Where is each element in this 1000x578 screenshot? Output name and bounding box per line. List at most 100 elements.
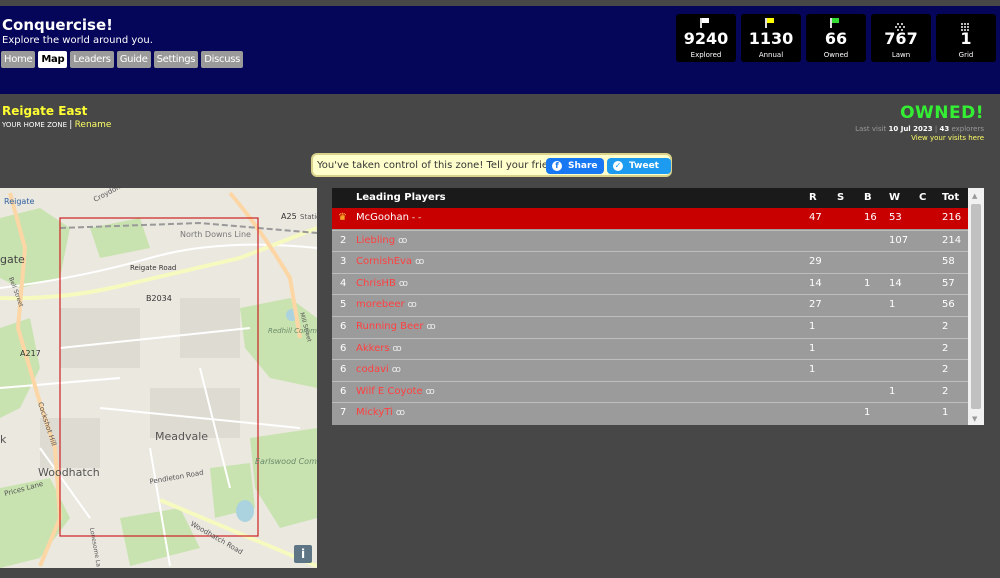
map-label-meadvale: Meadvale bbox=[155, 430, 208, 443]
player-name: Running Beer bbox=[356, 321, 424, 332]
player-name: McGoohan bbox=[356, 212, 409, 223]
player-name: Liebling bbox=[356, 234, 396, 246]
row-rank: 4 bbox=[340, 277, 347, 289]
table-row[interactable]: 6 Wilf E Coyote ꝏ 1 2 bbox=[332, 380, 968, 402]
cell-w: 53 bbox=[889, 212, 902, 223]
map-info-button[interactable]: i bbox=[294, 545, 312, 563]
table-row[interactable]: 4 ChrisHB ꝏ 14 1 14 57 bbox=[332, 272, 968, 294]
explorers-label: explorers bbox=[951, 125, 984, 133]
player-name-link[interactable]: codavi ꝏ bbox=[356, 364, 401, 375]
col-players[interactable]: Leading Players bbox=[356, 192, 446, 203]
row-rank: 3 bbox=[340, 256, 347, 268]
table-row[interactable]: 6 codavi ꝏ 1 2 bbox=[332, 359, 968, 380]
table-scrollbar[interactable]: ▲ ▼ bbox=[968, 188, 984, 425]
twitter-bird-icon: ✓ bbox=[613, 161, 623, 171]
nav-home-button[interactable]: Home bbox=[1, 51, 36, 68]
owned-status-badge: OWNED! bbox=[900, 103, 984, 123]
nav-discuss-button[interactable]: Discuss bbox=[201, 51, 244, 68]
stat-explored[interactable]: 9240 Explored bbox=[676, 14, 736, 62]
cell-tot: 2 bbox=[942, 364, 949, 376]
nav-map-button[interactable]: Map bbox=[38, 51, 68, 68]
glasses-icon: ꝏ bbox=[392, 343, 402, 354]
scroll-down-arrow-icon[interactable]: ▼ bbox=[972, 415, 977, 423]
main-nav: Home Map Leaders Guide Settings Discuss bbox=[1, 51, 244, 68]
cell-w: 1 bbox=[889, 385, 896, 397]
crown-icon: ♛ bbox=[338, 212, 347, 223]
nav-guide-button[interactable]: Guide bbox=[116, 51, 151, 68]
map-label-reigate-road: Reigate Road bbox=[130, 264, 176, 272]
row-rank: 5 bbox=[340, 299, 347, 311]
stats-panel: 9240 Explored 1130 Annual 66 Owned 767 L… bbox=[676, 14, 996, 62]
rename-link[interactable]: Rename bbox=[75, 120, 112, 130]
nav-leaders-button[interactable]: Leaders bbox=[70, 51, 114, 68]
table-row[interactable]: 2 Liebling ꝏ 107 214 bbox=[332, 229, 968, 251]
stat-lawn[interactable]: 767 Lawn bbox=[871, 14, 931, 62]
facebook-share-button[interactable]: f Share bbox=[546, 158, 604, 174]
map-label-earlswood-common: Earlswood Common bbox=[255, 457, 317, 466]
col-b[interactable]: B bbox=[864, 192, 872, 203]
stat-explored-label: Explored bbox=[690, 51, 722, 59]
stat-annual[interactable]: 1130 Annual bbox=[741, 14, 801, 62]
header-bar: Conquercise! Explore the world around yo… bbox=[0, 6, 1000, 94]
map-label-station: Station bbox=[300, 213, 317, 221]
table-row[interactable]: 7 MickyTi ꝏ 1 1 bbox=[332, 402, 968, 423]
stat-annual-value: 1130 bbox=[748, 29, 794, 48]
table-row[interactable]: ♛ McGoohan - - 47 16 53 216 bbox=[332, 208, 968, 229]
col-s[interactable]: S bbox=[837, 192, 844, 203]
map-label-b2034: B2034 bbox=[146, 294, 172, 303]
player-name-link[interactable]: Akkers ꝏ bbox=[356, 343, 402, 354]
col-c[interactable]: C bbox=[919, 192, 926, 203]
map-label-gate: gate bbox=[0, 253, 25, 266]
map-label-a217: A217 bbox=[20, 349, 41, 358]
glasses-icon: ꝏ bbox=[398, 278, 408, 289]
player-name-link[interactable]: Liebling ꝏ bbox=[356, 235, 407, 246]
player-name: Wilf E Coyote bbox=[356, 385, 423, 397]
stat-owned[interactable]: 66 Owned bbox=[806, 14, 866, 62]
table-row[interactable]: 3 CornishEva ꝏ 29 58 bbox=[332, 251, 968, 272]
player-suffix: - - bbox=[411, 213, 422, 223]
cell-tot: 2 bbox=[942, 385, 949, 397]
scroll-up-arrow-icon[interactable]: ▲ bbox=[972, 192, 977, 200]
table-row[interactable]: 6 Running Beer ꝏ 1 2 bbox=[332, 316, 968, 337]
map-label-a25: A25 bbox=[281, 212, 297, 221]
player-name-link[interactable]: ChrisHB ꝏ bbox=[356, 278, 408, 289]
brand-title[interactable]: Conquercise! bbox=[2, 16, 113, 34]
glasses-icon: ꝏ bbox=[407, 300, 417, 311]
table-row[interactable]: 6 Akkers ꝏ 1 2 bbox=[332, 337, 968, 359]
cell-w: 107 bbox=[889, 234, 909, 246]
stat-lawn-value: 767 bbox=[884, 29, 918, 48]
player-name-link[interactable]: McGoohan - - bbox=[356, 212, 421, 223]
zone-map[interactable]: Reigate Croydon A25 Station North Downs … bbox=[0, 188, 317, 568]
stat-grid[interactable]: 1 Grid bbox=[936, 14, 996, 62]
twitter-tweet-label: Tweet bbox=[629, 161, 659, 171]
player-name-link[interactable]: morebeer ꝏ bbox=[356, 299, 417, 310]
col-w[interactable]: W bbox=[889, 192, 900, 203]
player-name-link[interactable]: Running Beer ꝏ bbox=[356, 321, 436, 332]
last-visit-date: 10 Jul 2023 bbox=[888, 125, 933, 133]
cell-r: 1 bbox=[809, 321, 816, 332]
table-row[interactable]: 5 morebeer ꝏ 27 1 56 bbox=[332, 294, 968, 315]
player-name-link[interactable]: Wilf E Coyote ꝏ bbox=[356, 386, 435, 397]
cell-r: 1 bbox=[809, 342, 816, 354]
col-tot[interactable]: Tot bbox=[942, 192, 959, 203]
twitter-tweet-button[interactable]: ✓ Tweet bbox=[607, 158, 671, 174]
grid-icon bbox=[960, 18, 972, 31]
stat-owned-value: 66 bbox=[824, 29, 848, 48]
cell-tot: 57 bbox=[942, 277, 955, 289]
glasses-icon: ꝏ bbox=[415, 257, 425, 268]
glasses-icon: ꝏ bbox=[395, 408, 406, 419]
player-name-link[interactable]: MickyTi ꝏ bbox=[356, 407, 405, 418]
cell-tot: 56 bbox=[942, 299, 955, 311]
row-rank: 6 bbox=[340, 342, 347, 354]
home-zone-label: YOUR HOME ZONE bbox=[2, 121, 68, 129]
player-name: codavi bbox=[356, 364, 389, 376]
col-r[interactable]: R bbox=[809, 192, 817, 203]
view-visits-link[interactable]: View your visits here bbox=[911, 134, 984, 142]
glasses-icon: ꝏ bbox=[426, 322, 436, 332]
scroll-thumb[interactable] bbox=[971, 204, 981, 409]
player-name-link[interactable]: CornishEva ꝏ bbox=[356, 256, 424, 267]
cell-b: 1 bbox=[864, 407, 871, 419]
brand-subtitle: Explore the world around you. bbox=[2, 35, 153, 46]
cell-r: 47 bbox=[809, 212, 822, 223]
nav-settings-button[interactable]: Settings bbox=[153, 51, 199, 68]
